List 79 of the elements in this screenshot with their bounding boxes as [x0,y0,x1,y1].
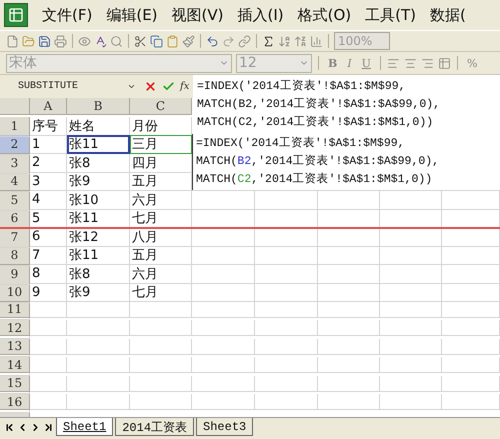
menu-item[interactable]: 格式(O) [298,6,352,24]
formula-line: MATCH(C2,'2014工资表'!$A$1:$M$1,0)) [196,172,434,188]
menu-item[interactable]: 插入(I) [238,6,284,24]
table-cell: 张11 [67,135,130,154]
menu-item[interactable]: 视图(V) [172,6,224,24]
table-cell: 张9 [67,283,130,302]
row-header[interactable]: 16 [0,394,30,410]
research-icon[interactable] [110,34,123,48]
row-header[interactable]: 8 [0,246,30,265]
table-cell: 序号 [30,116,67,136]
undo-icon[interactable] [206,34,219,48]
table-cell: 六月 [130,264,192,284]
align-left-icon[interactable] [386,56,400,70]
paste-icon[interactable] [166,34,179,48]
name-box[interactable]: SUBSTITUTE [0,78,140,96]
table-cell: 三月 [130,135,192,154]
merge-cells-icon[interactable] [438,56,451,70]
row-header[interactable]: 1 [0,116,30,136]
sort-descending-icon[interactable] [294,34,307,48]
row-header[interactable]: 15 [0,376,30,392]
table-cell: 9 [30,283,67,302]
formula-line: =INDEX('2014工资表'!$A$1:$M$99, [197,78,407,95]
preview-icon[interactable] [78,34,91,48]
table-cell: 张9 [67,172,130,191]
printer-icon[interactable] [54,34,67,48]
sum-icon[interactable] [262,34,275,48]
table-cell: 张11 [67,246,130,265]
sheet-tab[interactable]: Sheet3 [196,418,254,436]
table-cell: 7 [30,246,67,265]
app-logo-icon [4,3,28,27]
hyperlink-icon[interactable] [238,34,251,48]
row-header[interactable]: 4 [0,172,30,191]
column-header[interactable]: C [130,98,192,115]
format-painter-icon[interactable] [182,34,195,48]
sheet-tab[interactable]: Sheet1 [56,418,114,436]
formula-field[interactable]: =INDEX('2014工资表'!$A$1:$M$99, MATCH(B2,'2014工资表'!$A$1:$A$99,0), MATCH(C2,'2014工资表'!$A$1:$M$1,0)) [193,75,500,135]
table-cell: 8 [30,264,67,284]
last-sheet-icon[interactable] [43,422,54,433]
save-icon[interactable] [38,34,51,48]
row-header[interactable]: 14 [0,357,30,374]
table-cell: 张8 [67,154,130,172]
menu-item[interactable]: 数据( [430,6,466,24]
align-center-icon[interactable] [404,56,417,70]
insert-function-button[interactable]: fx [180,81,190,92]
table-cell: 3 [30,172,67,191]
menu-item[interactable]: 编辑(E) [106,6,158,24]
cut-icon[interactable] [134,34,147,48]
align-right-icon[interactable] [420,56,434,70]
formula-line: MATCH(C2,'2014工资表'!$A$1:$M$1,0)) [197,114,434,131]
table-cell: 1 [30,135,67,154]
table-cell: 张8 [67,264,130,284]
sheet-tab[interactable]: 2014工资表 [115,418,194,436]
menu-item[interactable]: 工具(T) [365,6,416,24]
formula-line: MATCH(B2,'2014工资表'!$A$1:$A$99,0), [196,154,440,170]
enter-icon[interactable] [162,80,175,93]
table-cell: 五月 [130,246,192,265]
copy-icon[interactable] [150,34,163,48]
row-header[interactable]: 12 [0,320,30,336]
formula-line: MATCH(B2,'2014工资表'!$A$1:$A$99,0), [197,96,442,113]
row-header[interactable]: 10 [0,283,30,302]
table-cell: 2 [30,154,67,172]
table-cell: 姓名 [67,116,130,136]
cell-editor[interactable]: =INDEX('2014工资表'!$A$1:$M$99, MATCH(B2,'2014工资表'!$A$1:$A$99,0), MATCH(C2,'2014工资表'!$A$1:$M$1,0)) [192,134,500,190]
table-cell: 七月 [130,283,192,302]
menu-item[interactable]: 文件(F) [42,6,92,24]
first-sheet-icon[interactable] [4,422,15,433]
table-cell: 张10 [67,190,130,210]
row-header[interactable]: 13 [0,338,30,355]
formula-line: =INDEX('2014工资表'!$A$1:$M$99, [196,136,406,152]
corner-header[interactable] [0,98,30,115]
column-header[interactable]: B [67,98,130,115]
table-cell: 六月 [130,190,192,210]
spell-check-icon[interactable] [94,34,107,48]
row-header[interactable]: 2 [0,135,30,154]
cancel-icon[interactable] [144,80,157,93]
column-header[interactable]: A [30,98,67,115]
table-cell: 4 [30,190,67,210]
new-file-icon[interactable] [6,34,19,48]
chart-icon[interactable] [310,34,323,48]
